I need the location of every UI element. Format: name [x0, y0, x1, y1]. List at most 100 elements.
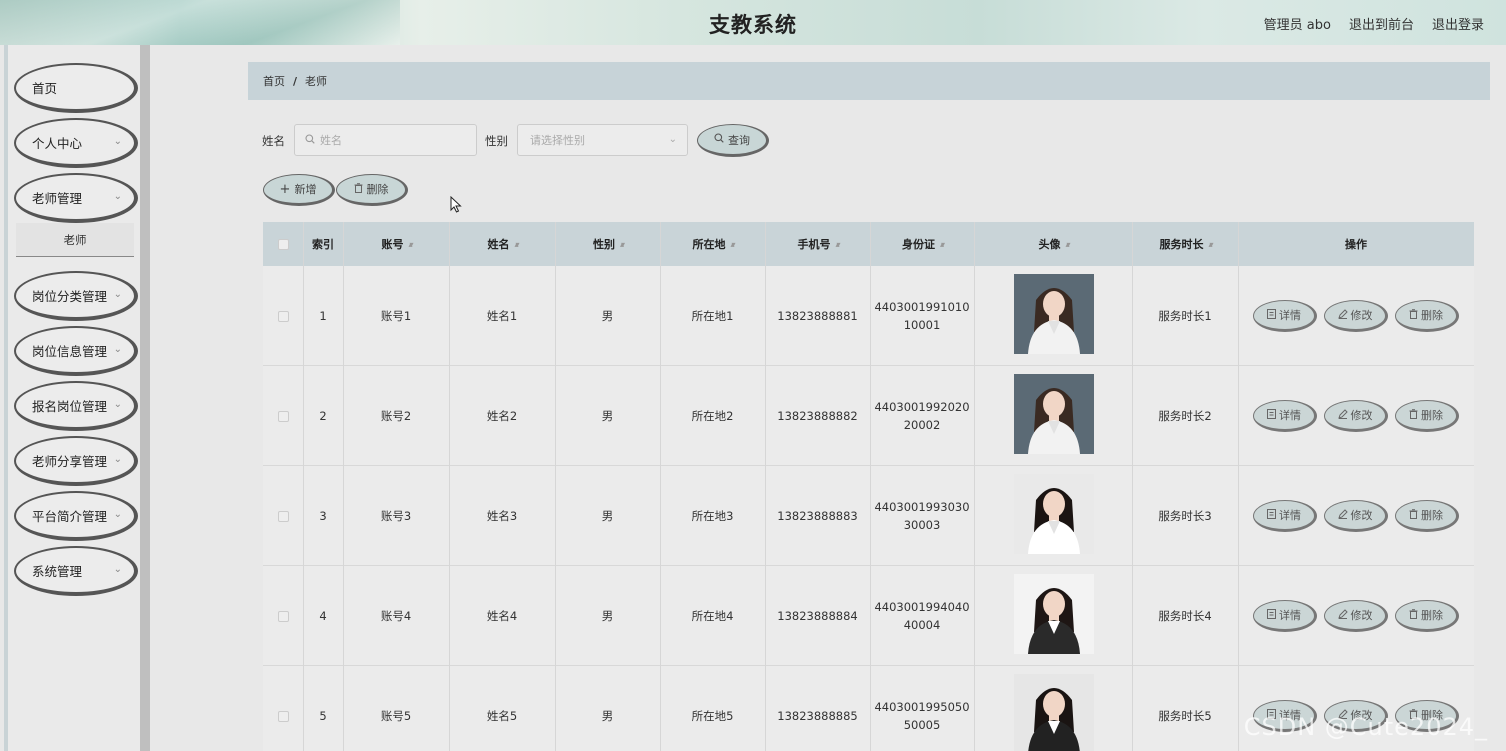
cell-name: 姓名2: [486, 409, 518, 423]
avatar[interactable]: [1014, 374, 1094, 454]
column-header-label: 身份证: [901, 238, 935, 251]
pencil-icon: [1337, 508, 1348, 522]
sort-icon[interactable]: ▴▾: [730, 240, 735, 249]
detail-button[interactable]: 详情: [1253, 600, 1317, 632]
row-checkbox[interactable]: [277, 310, 289, 322]
detail-button[interactable]: 详情: [1253, 400, 1317, 432]
sort-icon[interactable]: ▴▾: [1065, 240, 1070, 249]
id-card-text: 40004: [903, 618, 941, 632]
cell-index: 2: [319, 409, 327, 423]
trash-icon: [1409, 608, 1418, 622]
column-header[interactable]: 账号 ▴▾: [343, 222, 449, 266]
breadcrumb-separator: /: [293, 74, 298, 88]
sort-icon[interactable]: ▴▾: [1208, 240, 1213, 249]
chevron-down-icon: ⌄: [113, 191, 122, 202]
column-divider: [974, 222, 975, 751]
sidebar-item-8[interactable]: 系统管理 ⌄: [14, 546, 138, 596]
column-header[interactable]: 手机号 ▴▾: [765, 222, 870, 266]
sort-icon[interactable]: ▴▾: [940, 240, 945, 249]
column-header-label: 索引: [312, 238, 334, 251]
edit-button-label: 修改: [1350, 409, 1373, 422]
add-button[interactable]: + 新增: [263, 174, 335, 206]
query-button[interactable]: 查询: [697, 124, 769, 157]
column-header-label: 所在地: [692, 238, 726, 251]
header-links: 管理员 abo 退出到前台 退出登录: [1264, 14, 1484, 33]
cell-service: 服务时长3: [1158, 509, 1212, 523]
column-header[interactable]: 头像 ▴▾: [974, 222, 1132, 266]
sort-icon[interactable]: ▴▾: [620, 240, 625, 249]
csdn-watermark: CSDN @Cute2024_: [1243, 713, 1488, 741]
sidebar-subitem-teacher[interactable]: 老师: [16, 223, 134, 257]
sidebar-item-4[interactable]: 岗位信息管理 ⌄: [14, 326, 138, 376]
row-checkbox[interactable]: [277, 710, 289, 722]
column-divider: [765, 222, 766, 751]
column-header-label: 账号: [381, 238, 404, 251]
cell-id-card: 4403001995050 50005: [870, 666, 974, 751]
gender-select[interactable]: 请选择性别 ⌄: [517, 124, 688, 156]
id-card-text: 4403001994040: [874, 600, 970, 614]
logout-link[interactable]: 退出登录: [1432, 14, 1484, 33]
sidebar-item-6[interactable]: 老师分享管理 ⌄: [14, 436, 138, 486]
delete-button[interactable]: 删除: [1395, 500, 1459, 532]
avatar[interactable]: [1014, 574, 1094, 654]
sidebar-scrollbar[interactable]: [140, 45, 150, 751]
detail-button[interactable]: 详情: [1253, 500, 1317, 532]
row-checkbox[interactable]: [277, 410, 289, 422]
sidebar: 首页 个人中心 ⌄ 老师管理 ⌄ 岗位分类管理 ⌄ 岗位信息管理 ⌄ 报名岗位管理 ⌄ 老师分享管理 ⌄…: [4, 45, 150, 751]
sidebar-item-label: 系统管理: [32, 563, 83, 579]
edit-button[interactable]: 修改: [1324, 600, 1388, 632]
sidebar-item-5[interactable]: 报名岗位管理 ⌄: [14, 381, 138, 431]
sidebar-item-7[interactable]: 平台简介管理 ⌄: [14, 491, 138, 541]
row-checkbox[interactable]: [277, 610, 289, 622]
search-icon: [305, 133, 315, 147]
trash-icon: [1409, 308, 1418, 322]
admin-user-label[interactable]: 管理员 abo: [1264, 14, 1331, 33]
breadcrumb-home[interactable]: 首页: [263, 73, 285, 89]
sidebar-item-2[interactable]: 老师管理 ⌄: [14, 173, 138, 223]
sidebar-item-3[interactable]: 岗位分类管理 ⌄: [14, 271, 138, 321]
cell-account: 账号2: [380, 409, 412, 423]
delete-button[interactable]: 删除: [1395, 600, 1459, 632]
sort-icon[interactable]: ▴▾: [514, 240, 519, 249]
cell-name: 姓名3: [486, 509, 518, 523]
row-checkbox[interactable]: [277, 510, 289, 522]
avatar[interactable]: [1014, 474, 1094, 554]
edit-button-label: 修改: [1350, 509, 1373, 522]
sidebar-item-0[interactable]: 首页: [14, 63, 138, 113]
cell-id-card: 4403001991010 10001: [870, 266, 974, 366]
cell-gender: 男: [601, 509, 614, 523]
detail-button[interactable]: 详情: [1253, 300, 1317, 332]
cell-location: 所在地3: [691, 509, 734, 523]
sort-icon[interactable]: ▴▾: [408, 240, 413, 249]
column-header[interactable]: 姓名 ▴▾: [449, 222, 555, 266]
delete-button[interactable]: 删除: [1395, 400, 1459, 432]
column-header[interactable]: 身份证 ▴▾: [870, 222, 974, 266]
column-header[interactable]: 性别 ▴▾: [555, 222, 660, 266]
edit-button[interactable]: 修改: [1324, 400, 1388, 432]
sidebar-item-label: 报名岗位管理: [32, 398, 108, 414]
edit-button[interactable]: 修改: [1324, 500, 1388, 532]
cell-index: 4: [319, 609, 327, 623]
cell-service: 服务时长1: [1158, 309, 1212, 323]
column-header[interactable]: 所在地 ▴▾: [660, 222, 765, 266]
name-search-input[interactable]: 姓名: [294, 124, 477, 156]
column-header: 操作: [1238, 222, 1474, 266]
chevron-down-icon: ⌄: [668, 134, 677, 145]
id-card-text: 30003: [903, 518, 941, 532]
id-card-text: 4403001995050: [874, 700, 970, 714]
avatar[interactable]: [1014, 674, 1094, 751]
avatar[interactable]: [1014, 274, 1094, 354]
delete-button[interactable]: 删除: [1395, 300, 1459, 332]
table-row: 4 账号4 姓名4 男 所在地4 13823888884 4403001994040 4000…: [263, 566, 1474, 666]
batch-delete-button[interactable]: 删除: [336, 174, 408, 206]
select-all-checkbox[interactable]: [277, 238, 289, 250]
cell-phone: 13823888882: [777, 409, 858, 423]
sort-icon[interactable]: ▴▾: [835, 240, 840, 249]
edit-button[interactable]: 修改: [1324, 300, 1388, 332]
cell-index: 1: [319, 309, 327, 323]
table-header: 索引 账号 ▴▾ 姓名 ▴▾ 性别 ▴▾ 所在地 ▴▾ 手机号 ▴▾ 身份证 ▴▾ 头像 ▴▾ 服务时长 ▴▾ 操…: [263, 222, 1474, 266]
back-to-frontend-link[interactable]: 退出到前台: [1349, 14, 1414, 33]
column-header[interactable]: 服务时长 ▴▾: [1132, 222, 1238, 266]
sidebar-item-1[interactable]: 个人中心 ⌄: [14, 118, 138, 168]
cell-phone: 13823888885: [777, 709, 858, 723]
